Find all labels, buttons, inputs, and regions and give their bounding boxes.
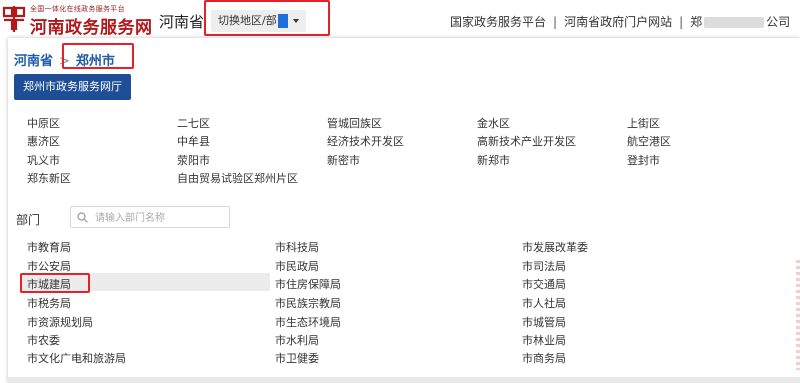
- department-item[interactable]: 市发展改革委: [522, 239, 588, 255]
- user-account[interactable]: 郑 公司: [690, 15, 790, 29]
- area-item[interactable]: 新郑市: [477, 152, 510, 168]
- department-item[interactable]: 市水利局: [275, 332, 319, 348]
- area-item[interactable]: 高新技术产业开发区: [477, 133, 576, 149]
- departments-heading: 部门: [16, 213, 41, 227]
- site-logo-title[interactable]: 河南政务服务网: [30, 13, 153, 38]
- area-item[interactable]: 管城回族区: [327, 115, 382, 131]
- area-item[interactable]: 巩义市: [27, 152, 60, 168]
- department-item[interactable]: 市卫健委: [275, 350, 319, 366]
- department-item[interactable]: 市税务局: [27, 295, 71, 311]
- link-henan-portal[interactable]: 河南省政府门户网站: [564, 15, 672, 29]
- area-item[interactable]: 登封市: [627, 152, 660, 168]
- link-national-platform[interactable]: 国家政务服务平台: [450, 15, 546, 29]
- department-search-input[interactable]: [93, 209, 227, 227]
- department-item[interactable]: 市司法局: [522, 258, 566, 274]
- area-item[interactable]: 自由贸易试验区郑州片区: [177, 170, 298, 186]
- area-item[interactable]: 二七区: [177, 115, 210, 131]
- breadcrumb-province[interactable]: 河南省: [14, 54, 53, 69]
- department-item[interactable]: 市民族宗教局: [275, 295, 341, 311]
- area-item[interactable]: 中牟县: [177, 133, 210, 149]
- separator: |: [553, 15, 558, 29]
- department-item[interactable]: 市农委: [27, 332, 60, 348]
- department-item[interactable]: 市科技局: [275, 239, 319, 255]
- area-item[interactable]: 惠济区: [27, 133, 60, 149]
- current-province: 河南省: [159, 13, 205, 31]
- department-item[interactable]: 市资源规划局: [27, 314, 93, 330]
- highlight-box-city: [62, 43, 134, 69]
- area-item[interactable]: 上街区: [627, 115, 660, 131]
- highlight-box-switch: [204, 0, 330, 36]
- top-bar: 全国一体化在线政务服务平台 河南政务服务网 河南省 切换地区/部 国家政务服务平…: [0, 0, 800, 38]
- area-item[interactable]: 中原区: [27, 115, 60, 131]
- department-item[interactable]: 市人社局: [522, 295, 566, 311]
- user-name-redacted: [704, 17, 765, 28]
- area-item[interactable]: 新密市: [327, 152, 360, 168]
- city-service-hall-button[interactable]: 郑州市政务服务网厅: [14, 74, 131, 100]
- department-search[interactable]: [70, 206, 230, 228]
- panel-bottom-strip: [8, 377, 800, 383]
- area-item[interactable]: 郑东新区: [27, 170, 71, 186]
- department-item[interactable]: 市教育局: [27, 239, 71, 255]
- highlight-box-department: [20, 273, 90, 293]
- department-item[interactable]: 市商务局: [522, 350, 566, 366]
- area-item[interactable]: 荥阳市: [177, 152, 210, 168]
- user-name-suffix: 公司: [766, 15, 791, 29]
- logo-icon: [2, 6, 26, 32]
- top-links: 国家政务服务平台 | 河南省政府门户网站 | 郑 公司: [450, 13, 790, 30]
- separator: |: [679, 15, 684, 29]
- user-name-prefix: 郑: [690, 15, 703, 29]
- department-item[interactable]: 市文化广电和旅游局: [27, 350, 126, 366]
- area-item[interactable]: 金水区: [477, 115, 510, 131]
- department-item[interactable]: 市林业局: [522, 332, 566, 348]
- area-item[interactable]: 经济技术开发区: [327, 133, 404, 149]
- department-item[interactable]: 市公安局: [27, 258, 71, 274]
- department-item[interactable]: 市民政局: [275, 258, 319, 274]
- search-icon: [77, 212, 88, 223]
- page-edge-decoration: [796, 260, 800, 370]
- department-item[interactable]: 市城管局: [522, 314, 566, 330]
- area-item[interactable]: 航空港区: [627, 133, 671, 149]
- department-item[interactable]: 市住房保障局: [275, 276, 341, 292]
- department-item[interactable]: 市交通局: [522, 276, 566, 292]
- department-item[interactable]: 市生态环境局: [275, 314, 341, 330]
